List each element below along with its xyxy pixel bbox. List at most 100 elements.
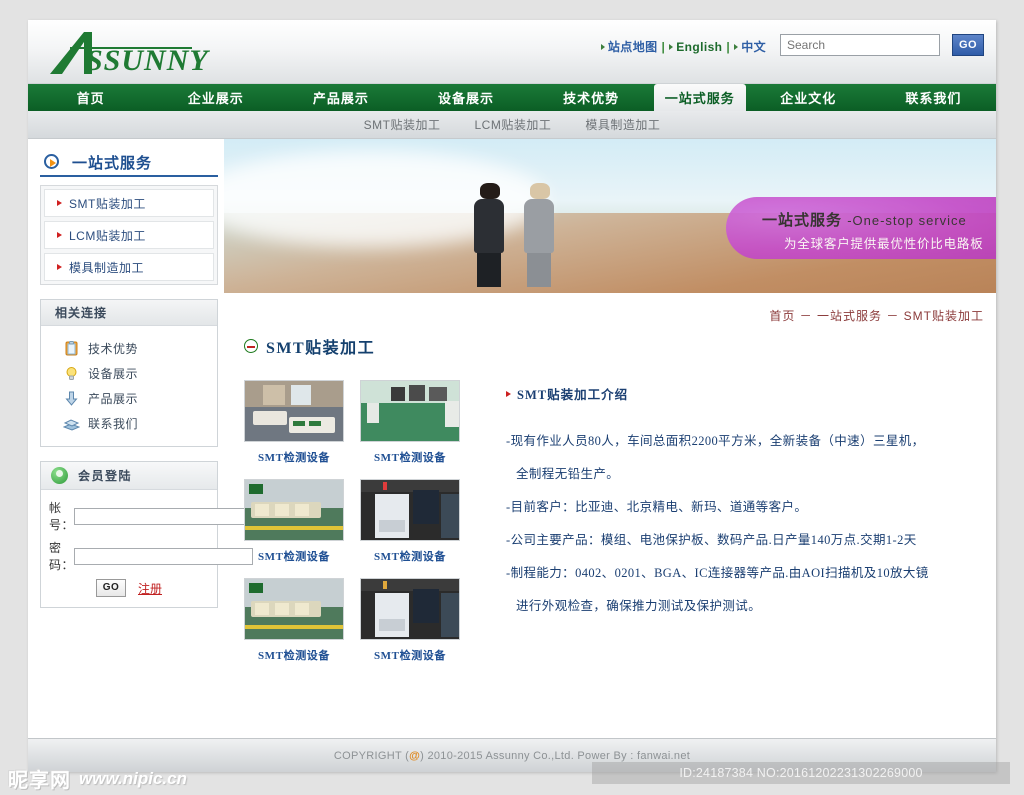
nav-item-culture[interactable]: 企业文化 [746, 84, 871, 111]
divider: | [661, 40, 666, 54]
thumbnail-image[interactable] [244, 479, 344, 541]
thumbnail-image[interactable] [244, 578, 344, 640]
bullet-icon [600, 44, 605, 50]
businessman-figure-right [524, 183, 554, 287]
thumbnail-caption: SMT检测设备 [373, 452, 447, 464]
page-container: SSUNNY 站点地图|English|中文 GO 首页 企业展示 产品展示 设… [28, 20, 996, 772]
sub-nav: SMT贴装加工 LCM贴装加工 模具制造加工 [28, 111, 996, 139]
triangle-bullet-icon [57, 232, 62, 238]
breadcrumb: 首页 － 一站式服务 － SMT贴装加工 [224, 293, 996, 324]
figure-body [474, 199, 504, 253]
sidebar-item-smt[interactable]: SMT贴装加工 [44, 189, 214, 217]
account-label: 帐号： [49, 501, 75, 532]
businessman-figure-left [474, 183, 504, 287]
related-link-technology[interactable]: 技术优势 [41, 336, 217, 361]
sidebar-item-mold[interactable]: 模具制造加工 [44, 253, 214, 281]
top-links: 站点地图 | English | 中文 [600, 38, 766, 55]
clipboard-icon [63, 341, 80, 356]
bullet-icon [734, 44, 739, 50]
download-arrow-icon [63, 391, 80, 406]
id-watermark: ID:24187384 NO:20161202231302269000 [592, 762, 1010, 784]
related-link-products[interactable]: 产品展示 [41, 386, 217, 411]
article-line: -现有作业人员80人，车间总面积2200平方米，全新装备（中速）三星机， [506, 434, 925, 448]
nav-item-equipment[interactable]: 设备展示 [403, 84, 528, 111]
password-row: 密码： [49, 539, 253, 573]
page-body: 一站式服务 SMT贴装加工 LCM贴装加工 模具制造加工 相关连接 技术优势 设… [28, 139, 996, 663]
register-link[interactable]: 注册 [138, 580, 162, 597]
banner-subline: 为全球客户提供最优性价比电路板 [784, 237, 984, 251]
figure-legs [477, 253, 501, 287]
thumbnail-image[interactable] [360, 578, 460, 640]
article: SMT贴装加工介绍 -现有作业人员80人，车间总面积2200平方米，全新装备（中… [484, 380, 982, 663]
divider: | [726, 40, 731, 54]
page-title-label: SMT贴装加工 [266, 340, 376, 357]
figure-legs [527, 253, 551, 287]
figure-body [524, 199, 554, 253]
thumbnail-item[interactable]: SMT检测设备 [244, 578, 344, 663]
search-go-button[interactable]: GO [952, 34, 984, 56]
thumbnail-item[interactable]: SMT检测设备 [360, 479, 460, 564]
related-link-equipment[interactable]: 设备展示 [41, 361, 217, 386]
play-circle-icon [44, 154, 59, 169]
triangle-bullet-icon [57, 264, 62, 270]
related-link-label: 产品展示 [88, 392, 139, 406]
sidebar-title-label: 一站式服务 [72, 155, 153, 172]
thumbnail-item[interactable]: SMT检测设备 [244, 380, 344, 465]
nav-item-onestop-service[interactable]: 一站式服务 [653, 84, 746, 111]
related-links-title: 相关连接 [55, 306, 108, 320]
thumbnail-caption: SMT检测设备 [257, 551, 331, 563]
banner-callout: 一站式服务 -One-stop service 为全球客户提供最优性价比电路板 [726, 197, 996, 259]
triangle-bullet-icon [506, 390, 511, 397]
nav-item-products[interactable]: 产品展示 [278, 84, 403, 111]
user-icon [51, 467, 68, 484]
link-sitemap[interactable]: 站点地图 [608, 40, 658, 54]
article-heading: SMT贴装加工介绍 [506, 384, 982, 403]
password-label: 密码： [49, 541, 75, 572]
nav-item-contact[interactable]: 联系我们 [871, 84, 996, 111]
sidebar-item-lcm[interactable]: LCM贴装加工 [44, 221, 214, 249]
thumbnail-item[interactable]: SMT检测设备 [244, 479, 344, 564]
subnav-item-lcm[interactable]: LCM贴装加工 [474, 116, 551, 133]
figure-head [530, 183, 550, 199]
copyright-text: COPYRIGHT (@) 2010-2015 Assunny Co.,Ltd.… [334, 750, 690, 762]
thumbnail-image[interactable] [360, 380, 460, 442]
login-go-button[interactable]: GO [95, 579, 126, 597]
article-line: 全制程无铅生产。 [516, 467, 620, 481]
search-input[interactable] [780, 34, 940, 56]
thumbnail-item[interactable]: SMT检测设备 [360, 380, 460, 465]
minus-circle-icon [244, 339, 258, 353]
banner-headline-en: -One-stop service [847, 213, 967, 228]
thumbnail-image[interactable] [244, 380, 344, 442]
member-login-body: 帐号： 密码： GO 注册 [41, 490, 253, 607]
sidebar-menu: SMT贴装加工 LCM贴装加工 模具制造加工 [40, 185, 218, 285]
nav-item-home[interactable]: 首页 [28, 84, 153, 111]
thumbnail-item[interactable]: SMT检测设备 [360, 578, 460, 663]
related-links-header: 相关连接 [41, 300, 217, 326]
lightbulb-icon [63, 366, 80, 381]
thumbnail-caption: SMT检测设备 [373, 551, 447, 563]
member-login-panel: 会员登陆 帐号： 密码： GO 注册 [40, 461, 253, 608]
article-line: -制程能力：0402、0201、BGA、IC连接器等产品.由AOI扫描机及10放… [506, 566, 929, 580]
triangle-bullet-icon [57, 200, 62, 206]
breadcrumb-text[interactable]: 首页 － 一站式服务 － SMT贴装加工 [769, 309, 984, 323]
nipic-watermark-cn: 昵享网 [8, 768, 71, 792]
article-heading-label: SMT贴装加工介绍 [517, 388, 629, 402]
sidebar-item-label: 模具制造加工 [69, 260, 145, 275]
svg-text:SSUNNY: SSUNNY [86, 44, 210, 77]
copyright-prefix: COPYRIGHT ( [333, 749, 410, 762]
related-links-body: 技术优势 设备展示 产品展示 联系我们 [41, 326, 217, 446]
related-link-contact[interactable]: 联系我们 [41, 411, 217, 436]
thumbnail-image[interactable] [360, 479, 460, 541]
nav-item-technology[interactable]: 技术优势 [529, 84, 654, 111]
article-line: -目前客户：比亚迪、北京精电、新玛、道通等客户。 [506, 500, 808, 514]
at-symbol-icon: @ [409, 749, 421, 762]
hero-banner: 一站式服务 -One-stop service 为全球客户提供最优性价比电路板 [224, 139, 996, 293]
site-logo[interactable]: SSUNNY [42, 26, 302, 78]
subnav-item-smt[interactable]: SMT贴装加工 [364, 116, 441, 133]
subnav-item-mold[interactable]: 模具制造加工 [585, 116, 660, 133]
scrollbar-gutter[interactable] [1014, 0, 1024, 795]
sidebar-item-label: LCM贴装加工 [69, 228, 146, 243]
link-english[interactable]: English [676, 40, 722, 54]
nav-item-company[interactable]: 企业展示 [153, 84, 278, 111]
link-chinese[interactable]: 中文 [741, 40, 766, 54]
